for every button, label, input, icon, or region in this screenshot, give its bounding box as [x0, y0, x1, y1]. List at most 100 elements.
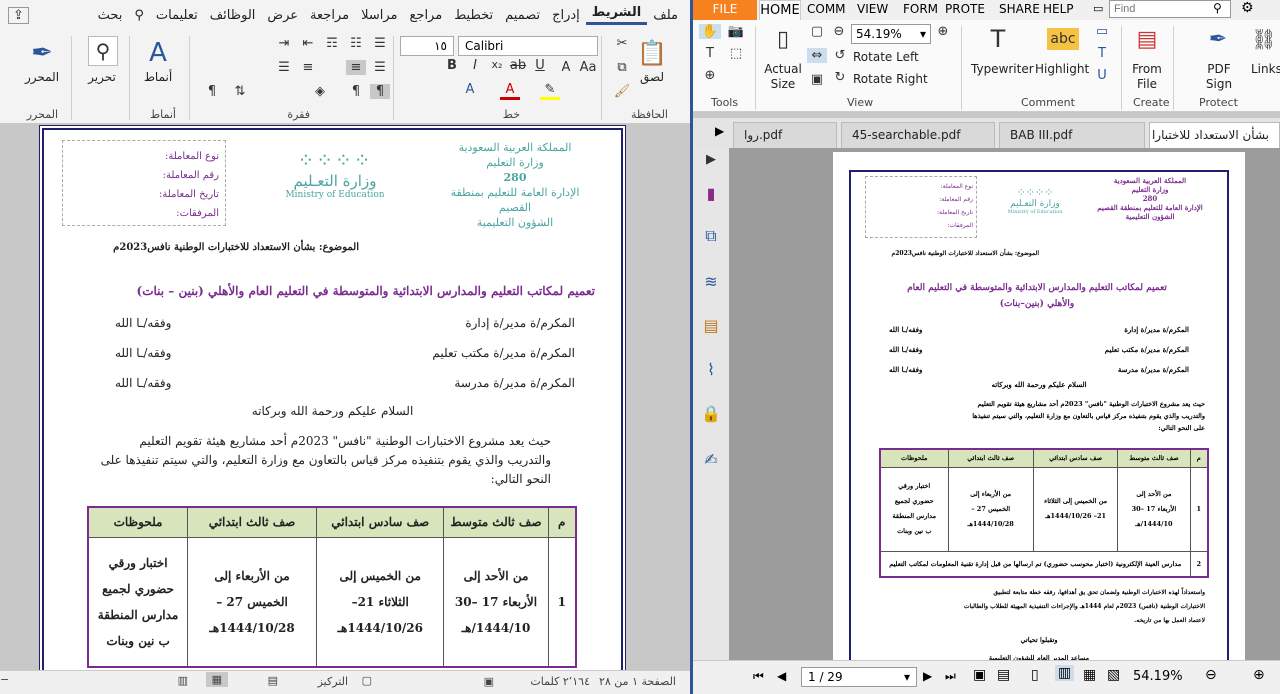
align-left-icon[interactable]: ☰ [274, 60, 294, 75]
read-mode-icon[interactable]: ▤ [268, 674, 278, 687]
ltr-icon[interactable]: ¶ [346, 84, 366, 99]
numbering-icon[interactable]: ☷ [346, 36, 366, 51]
from-file-button[interactable]: From File [1129, 62, 1165, 92]
select-text-icon[interactable]: T [699, 46, 721, 61]
show-marks-icon[interactable]: ¶ [202, 84, 222, 99]
tab-home[interactable]: الشريط [585, 5, 648, 25]
doc-tab-1[interactable]: روا.pdf [733, 122, 837, 148]
comments-icon[interactable]: ▤ [699, 316, 723, 335]
zoom-select[interactable]: 54.19% ▾ [851, 24, 931, 44]
tab-mailings[interactable]: مراسلا [355, 8, 403, 23]
underline-button[interactable]: U [530, 58, 550, 73]
print-layout-icon[interactable]: ▦ [205, 672, 228, 687]
pages-icon[interactable]: ⧉ [699, 226, 723, 246]
paste-button[interactable]: لصق [636, 70, 668, 84]
from-file-icon[interactable]: ▤ [1133, 24, 1161, 54]
justify-icon[interactable]: ☰ [370, 60, 390, 75]
links-button[interactable]: Links [1251, 62, 1280, 76]
first-page-icon[interactable]: ⏮ [753, 669, 764, 684]
format-painter-icon[interactable]: 🖌 [612, 84, 632, 99]
collapse-ribbon-icon[interactable]: ▭ [1093, 2, 1103, 15]
zoom-tool-icon[interactable]: ⊕ [699, 68, 721, 83]
rotate-left-button[interactable]: Rotate Left [853, 50, 919, 64]
fit-visible-icon[interactable]: ▣ [807, 72, 827, 87]
pdf-viewport[interactable]: المملكة العربية السعودية وزارة التعليم 2… [729, 148, 1280, 672]
pdf-tab-form[interactable]: FORM [903, 2, 938, 16]
tab-review[interactable]: مراجعة [304, 8, 355, 23]
typewriter-icon[interactable]: T [983, 24, 1013, 54]
editor-icon[interactable]: ✒ [24, 36, 60, 70]
bottom-zoom-value[interactable]: 54.19% [1133, 669, 1183, 684]
last-page-icon[interactable]: ⏭ [945, 669, 956, 684]
tab-design[interactable]: تصميم [499, 8, 546, 23]
edit-button[interactable]: تحرير [82, 70, 122, 84]
shading-icon[interactable]: ◈ [310, 84, 330, 99]
sort-icon[interactable]: ⇅ [230, 84, 250, 99]
rtl-icon[interactable]: ¶ [370, 84, 390, 99]
pdf-tab-view[interactable]: VIEW [857, 2, 888, 16]
tab-help[interactable]: تعليمات [150, 8, 204, 23]
settings-icon[interactable]: ⚙ [1241, 0, 1254, 16]
security-lock-icon[interactable]: 🔒 [699, 404, 723, 423]
cover-icon[interactable]: ▧ [1107, 667, 1120, 683]
rotate-left-icon[interactable]: ↺ [831, 48, 849, 63]
highlight-button[interactable]: Highlight [1035, 62, 1089, 76]
doc-tab-3[interactable]: BAB III.pdf [999, 122, 1145, 148]
status-page[interactable]: الصفحة ١ من ٢٨ [599, 675, 676, 688]
find-search-icon[interactable]: ⚲ [1213, 1, 1222, 15]
single-page-icon[interactable]: ▯ [1031, 667, 1039, 683]
prev-page-icon[interactable]: ◀ [777, 669, 786, 683]
bookmarks-icon[interactable]: ▮ [699, 184, 723, 203]
web-layout-icon[interactable]: ▥ [178, 674, 188, 687]
text-effects-icon[interactable]: A [460, 82, 480, 97]
select-annotation-icon[interactable]: ⬚ [725, 46, 747, 61]
find-icon[interactable]: ⚲ [88, 36, 118, 66]
styles-button[interactable]: أنماط [138, 70, 178, 84]
status-words[interactable]: ٢٬١٦٤ كلمات [530, 675, 590, 688]
tab-insert[interactable]: إدراج [546, 8, 586, 23]
styles-icon[interactable]: A [140, 36, 176, 70]
decrease-indent-icon[interactable]: ⇤ [298, 36, 318, 51]
bold-button[interactable]: B [442, 58, 462, 73]
align-center-icon[interactable]: ≡ [298, 60, 318, 75]
page-number-input[interactable]: 1 / 29 ▾ [801, 667, 917, 687]
underline-pdf-icon[interactable]: U [1093, 68, 1111, 83]
copy-icon[interactable]: ⧉ [612, 60, 632, 75]
strikeout-icon[interactable]: T [1093, 46, 1111, 61]
save-icon[interactable]: ▣ [973, 667, 986, 683]
proofing-icon[interactable]: ▣ [484, 675, 494, 688]
grow-font-icon[interactable]: A [556, 60, 576, 75]
signature-icon[interactable]: ✍ [699, 450, 723, 469]
status-focus[interactable]: التركيز [318, 675, 348, 688]
note-icon[interactable]: ▭ [1093, 24, 1111, 39]
italic-button[interactable]: I [465, 58, 485, 73]
tab-scroll-icon[interactable]: ▶ [715, 124, 724, 138]
editor-button[interactable]: المحرر [20, 70, 64, 84]
paste-icon[interactable]: 📋 [636, 36, 668, 70]
font-name-select[interactable]: Calibri [458, 36, 598, 56]
continuous-icon[interactable]: ▥ [1055, 665, 1075, 681]
actual-size-button[interactable]: Actual Size [761, 62, 805, 92]
multilevel-icon[interactable]: ☶ [322, 36, 342, 51]
rotate-right-button[interactable]: Rotate Right [853, 72, 928, 86]
pdf-tab-comment[interactable]: COMM [807, 2, 846, 16]
zoom-out-pdf-icon[interactable]: ⊖ [829, 24, 849, 39]
facing-icon[interactable]: ▦ [1083, 667, 1096, 683]
search-icon[interactable]: ⚲ [128, 8, 150, 23]
shrink-font-icon[interactable]: Aa [578, 60, 598, 75]
rotate-right-icon[interactable]: ↻ [831, 70, 849, 85]
doc-tab-4[interactable]: بشأن الاستعداد للاختبارا [1149, 122, 1280, 148]
highlight-icon[interactable]: ✎ [540, 82, 560, 100]
snapshot-icon[interactable]: 📷 [725, 24, 747, 39]
increase-indent-icon[interactable]: ⇥ [274, 36, 294, 51]
bottom-zoom-out-icon[interactable]: ⊖ [1205, 667, 1217, 683]
tab-file[interactable]: ملف [647, 8, 684, 23]
pdf-tab-protect[interactable]: PROTE [945, 2, 985, 16]
tab-layout[interactable]: تخطيط [448, 8, 499, 23]
zoom-in-pdf-icon[interactable]: ⊕ [933, 24, 953, 39]
subscript-button[interactable]: x₂ [488, 58, 506, 71]
sidebar-toggle-icon[interactable]: ▶ [701, 152, 721, 167]
fit-page-icon[interactable]: ▢ [807, 24, 827, 39]
tab-references[interactable]: مراجع [403, 8, 448, 23]
pdf-tab-share[interactable]: SHARE [999, 2, 1040, 16]
